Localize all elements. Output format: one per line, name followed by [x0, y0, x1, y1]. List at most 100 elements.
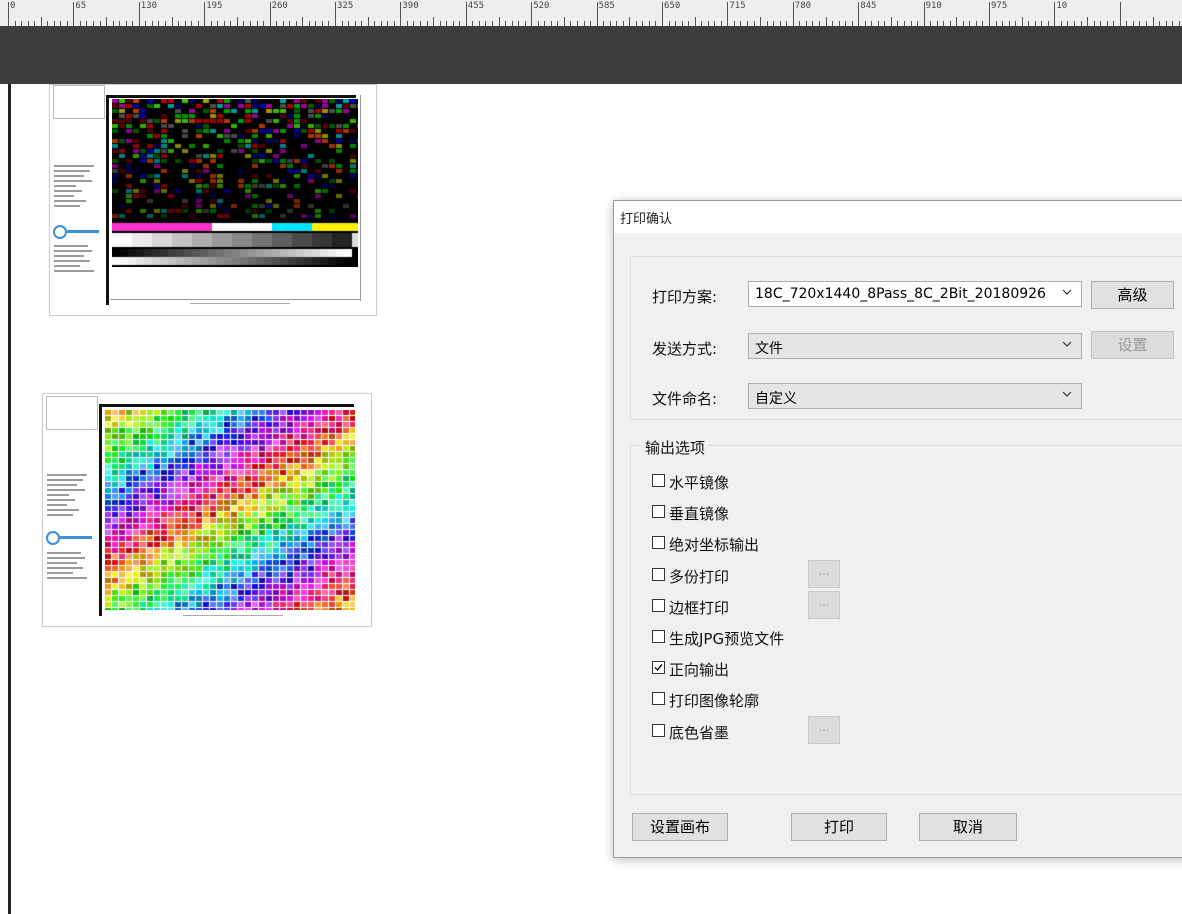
option-ellipsis-button[interactable]: ... — [808, 715, 840, 744]
send-method-dropdown[interactable]: 文件 — [748, 333, 1082, 359]
info-text-lines — [47, 474, 91, 519]
ruler-tick — [629, 17, 631, 26]
ruler-label: 390 — [402, 1, 419, 11]
cancel-button[interactable]: 取消 — [919, 813, 1017, 841]
ruler-tick — [563, 17, 565, 26]
chart-border-left — [106, 95, 109, 305]
option-label: 水平镜像 — [669, 474, 730, 492]
option-label: 垂直镜像 — [669, 505, 730, 524]
checkbox-unchecked-icon[interactable] — [652, 723, 665, 737]
option-ellipsis-button[interactable]: ... — [808, 559, 840, 588]
chart-border-top — [106, 95, 356, 98]
ruler-label: 975 — [991, 1, 1008, 11]
ruler-tick — [73, 2, 75, 26]
ruler-label: 195 — [206, 1, 223, 11]
chevron-down-icon — [1062, 341, 1072, 347]
ruler-label: 10 — [1056, 1, 1068, 11]
output-options-legend: 输出选项 — [642, 437, 709, 458]
ruler-tick — [40, 17, 42, 26]
option-label: 底色省墨 — [669, 723, 730, 742]
send-method-label: 发送方式: — [652, 340, 718, 358]
ruler-label: 325 — [337, 1, 354, 11]
preview-thumbnail-bright[interactable] — [42, 393, 372, 627]
chart-border-right — [360, 95, 361, 301]
ruler-label: 260 — [271, 1, 288, 11]
checkbox-unchecked-icon[interactable] — [652, 536, 665, 550]
ruler-label: 520 — [533, 1, 550, 11]
ruler-tick — [433, 17, 435, 26]
ruler-tick — [171, 17, 173, 26]
info-box — [46, 396, 98, 430]
chart-border-left — [99, 404, 102, 616]
print-confirm-dialog: 打印确认 打印方案: 18C_720x1440_8Pass_8C_2Bit_20… — [613, 200, 1182, 858]
ruler-tick — [8, 2, 9, 26]
checkbox-checked-icon[interactable] — [652, 661, 665, 675]
ruler-tick — [792, 2, 794, 26]
advanced-button[interactable]: 高级 — [1091, 281, 1174, 309]
canvas-settings-button[interactable]: 设置画布 — [632, 813, 728, 841]
ruler-label: 65 — [75, 1, 87, 11]
toolbar-band — [0, 26, 1182, 84]
ruler-tick — [367, 17, 369, 26]
brand-logo-text — [67, 230, 99, 233]
chevron-down-icon — [1062, 391, 1072, 397]
option-ellipsis-button[interactable]: ... — [808, 590, 840, 619]
ruler-label: 780 — [794, 1, 812, 11]
checkbox-unchecked-icon[interactable] — [652, 505, 665, 519]
send-method-value: 文件 — [755, 341, 783, 357]
print-scheme-dropdown[interactable]: 18C_720x1440_8Pass_8C_2Bit_20180926 — [748, 281, 1082, 307]
ruler-tick — [269, 2, 271, 26]
brand-logo-text — [60, 536, 92, 539]
info-text-lines — [54, 165, 98, 210]
ruler-tick — [1087, 17, 1089, 26]
ruler-tick — [760, 17, 762, 26]
send-settings-button[interactable]: 设置 — [1091, 331, 1174, 359]
option-label: 绝对坐标输出 — [669, 536, 760, 555]
ruler-tick — [204, 2, 206, 26]
dialog-titlebar[interactable]: 打印确认 — [614, 201, 1182, 233]
print-scheme-label: 打印方案: — [652, 288, 718, 306]
file-naming-dropdown[interactable]: 自定义 — [748, 383, 1082, 409]
ruler-tick — [1054, 2, 1056, 26]
chevron-down-icon — [1062, 289, 1072, 295]
checkbox-unchecked-icon[interactable] — [652, 598, 665, 612]
brand-logo-icon — [53, 225, 67, 239]
ruler-tick — [465, 2, 467, 26]
file-naming-label: 文件命名: — [652, 390, 718, 408]
ruler-tick — [694, 17, 696, 26]
print-button[interactable]: 打印 — [791, 813, 887, 841]
ruler-tick — [531, 2, 533, 26]
checkbox-unchecked-icon[interactable] — [652, 474, 665, 487]
checkbox-unchecked-icon[interactable] — [652, 630, 665, 643]
ruler-label: 585 — [598, 1, 615, 11]
top-ruler: 0 65 130 195 260 325 390 455 520 585 650 715 780 845 9… — [0, 0, 1182, 26]
color-patch-chart — [105, 410, 355, 610]
ruler-label: 845 — [860, 1, 877, 11]
ruler-label: 650 — [664, 1, 681, 11]
ruler-tick — [400, 2, 402, 26]
ruler-label: 130 — [140, 1, 158, 11]
option-label: 打印图像轮廓 — [669, 692, 760, 711]
ruler-tick — [302, 17, 304, 26]
option-label: 多份打印 — [669, 567, 730, 586]
ruler-label: 455 — [467, 1, 485, 11]
chart-border-bottom — [110, 299, 360, 300]
brand-logo-icon — [46, 531, 60, 545]
checkbox-unchecked-icon[interactable] — [652, 692, 665, 706]
ruler-tick — [890, 17, 892, 26]
chart-border-top — [99, 404, 354, 407]
ruler-tick — [138, 2, 140, 26]
ruler-tick — [989, 2, 990, 26]
ruler-label: 715 — [729, 1, 746, 11]
option-label: 生成JPG预览文件 — [669, 630, 785, 648]
ruler-tick — [1021, 17, 1023, 26]
ruler-tick — [662, 2, 663, 26]
canvas-left-edge — [8, 84, 11, 914]
checkbox-unchecked-icon[interactable] — [652, 567, 665, 581]
ruler-tick — [858, 2, 860, 26]
ruler-tick — [727, 2, 729, 26]
ruler-tick — [923, 2, 925, 26]
ruler-tick — [956, 17, 958, 26]
ruler-label: 910 — [925, 1, 942, 11]
preview-thumbnail-dark[interactable] — [49, 84, 377, 316]
